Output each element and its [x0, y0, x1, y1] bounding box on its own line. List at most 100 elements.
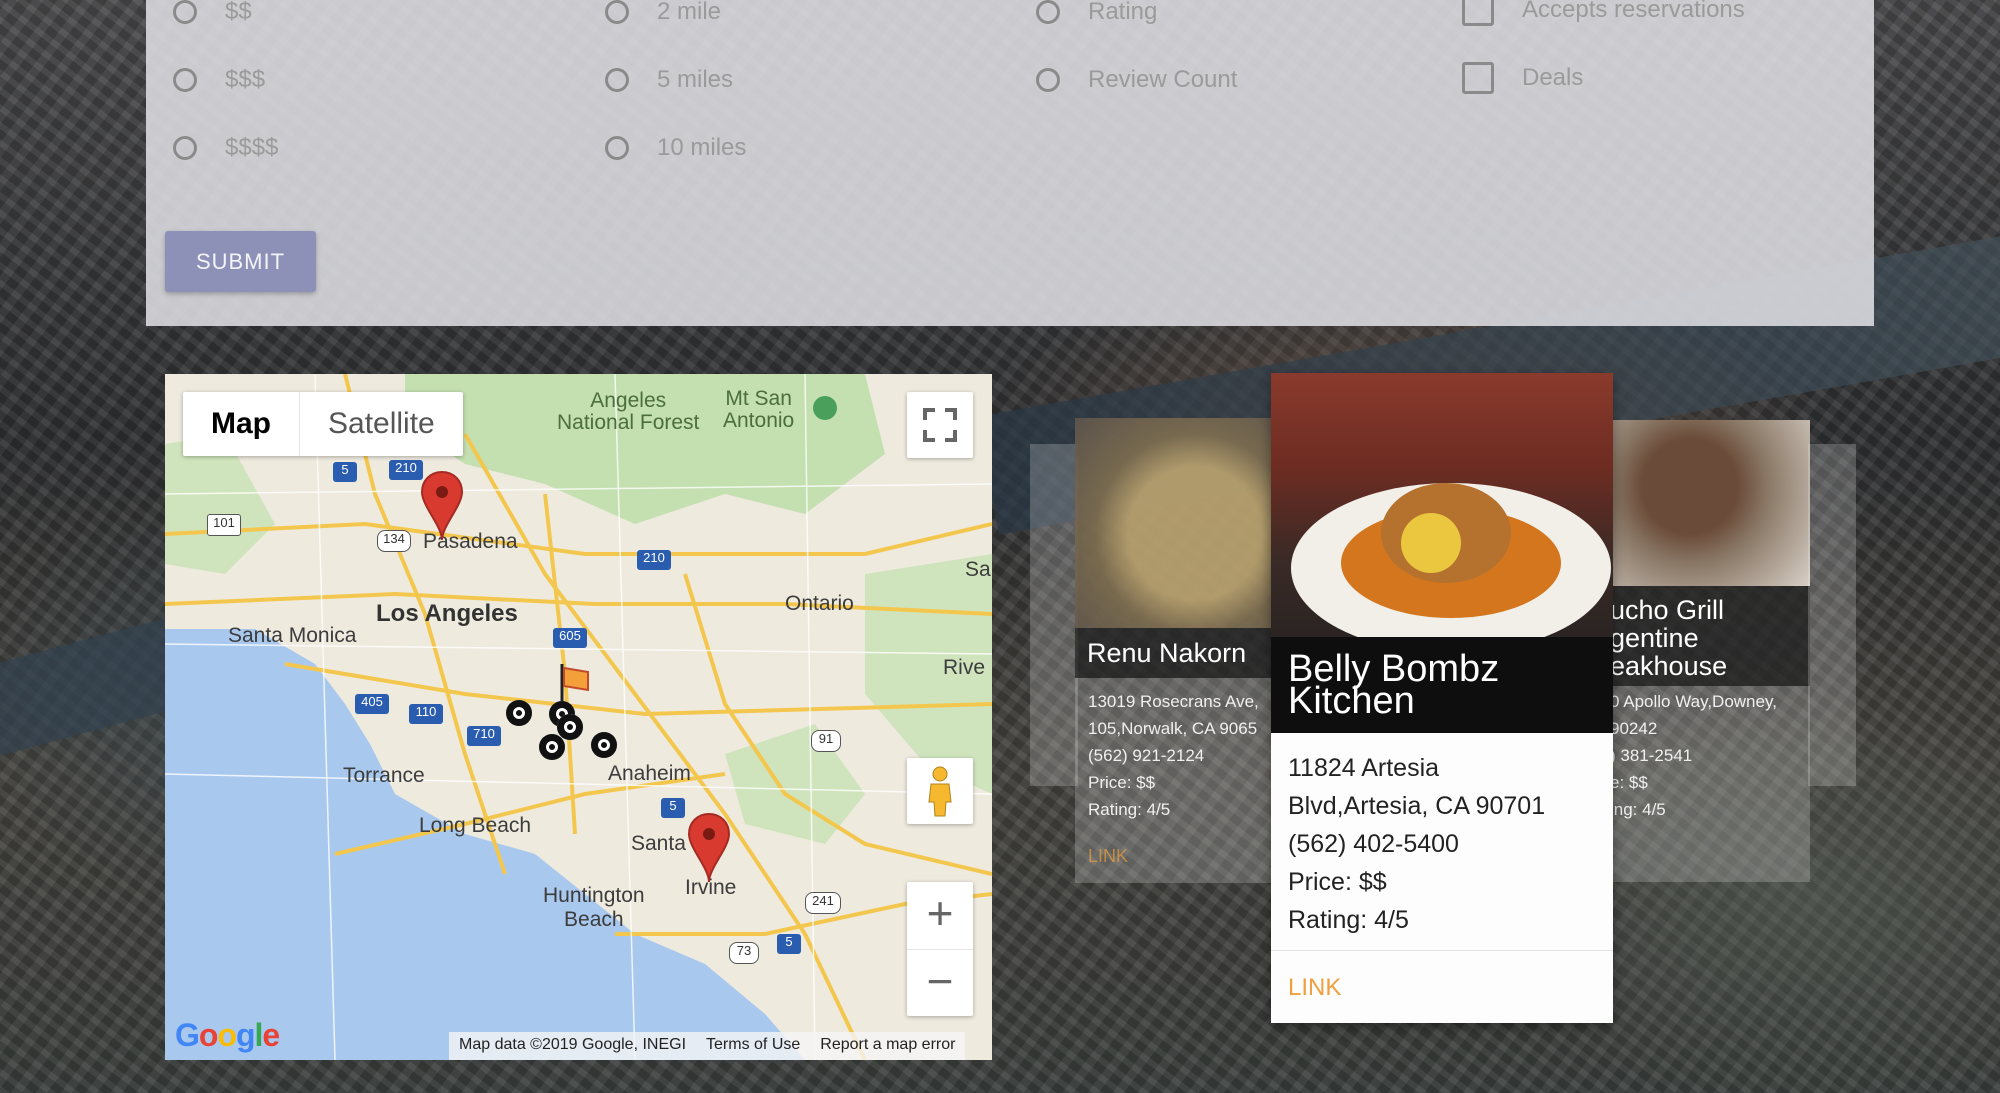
card-details: 0 Apollo Way,Downey, 90242 ) 381-2541 e:… — [1610, 688, 1777, 823]
map-marker-icon[interactable] — [687, 812, 731, 884]
sort-label: Rating — [1088, 0, 1158, 25]
highway-shield: 605 — [553, 628, 587, 648]
price-option[interactable]: $$$ — [173, 66, 265, 94]
card-price: Price: $$ — [1088, 773, 1156, 792]
sort-option[interactable]: Rating — [1036, 0, 1157, 26]
poi-icon — [813, 396, 837, 420]
label-riverside: Rive — [943, 656, 986, 679]
highway-shield: 5 — [777, 934, 801, 954]
radio-icon[interactable] — [1036, 68, 1060, 92]
price-label: $$$ — [225, 66, 266, 93]
fullscreen-button[interactable] — [907, 392, 973, 458]
feature-option[interactable]: Accepts reservations — [1462, 0, 1745, 26]
label-long-beach: Long Beach — [419, 814, 532, 837]
card-address: Blvd,Artesia, CA 90701 — [1288, 792, 1546, 820]
radio-icon[interactable] — [1036, 0, 1060, 24]
feature-label: Deals — [1522, 64, 1584, 91]
map-attribution: Map data ©2019 Google, INEGI Terms of Us… — [449, 1032, 966, 1060]
label-santa-ana: Santa — [631, 832, 686, 855]
result-dot-icon[interactable] — [506, 700, 532, 726]
carousel-card-faded[interactable] — [1808, 444, 1856, 786]
highway-shield: 5 — [661, 798, 685, 818]
radio-icon[interactable] — [605, 136, 629, 160]
price-label: $$ — [225, 0, 252, 25]
price-option[interactable]: $$ — [173, 0, 252, 26]
street-view-pegman-button[interactable] — [907, 758, 973, 824]
map-data-text: Map data ©2019 Google, INEGI — [459, 1036, 687, 1053]
sort-label: Review Count — [1088, 66, 1238, 93]
label-torrance: Torrance — [343, 764, 425, 787]
map-type-map-button[interactable]: Map — [183, 392, 300, 456]
card-link[interactable]: LINK — [1088, 846, 1128, 867]
price-option[interactable]: $$$$ — [173, 134, 278, 162]
zoom-out-button[interactable]: − — [907, 950, 973, 1017]
distance-option[interactable]: 5 miles — [605, 66, 733, 94]
highway-shield: 5 — [333, 462, 357, 482]
card-price: e: $$ — [1610, 773, 1648, 792]
label-mt-san-antonio: Mt San Antonio — [723, 387, 795, 432]
fullscreen-icon — [923, 408, 957, 442]
card-phone: (562) 921-2124 — [1088, 746, 1205, 765]
card-rating: Rating: 4/5 — [1088, 800, 1171, 819]
card-address: 90242 — [1610, 719, 1658, 738]
terms-of-use-link[interactable]: Terms of Use — [696, 1032, 810, 1060]
map-type-control: Map Satellite — [183, 392, 463, 456]
distance-label: 10 miles — [657, 134, 747, 161]
label-angeles-national-forest: Angeles National Forest — [557, 389, 700, 434]
restaurant-card-renu-nakorn[interactable]: Renu Nakorn 13019 Rosecrans Ave, 105,Nor… — [1075, 418, 1275, 883]
label-huntington-beach: Huntington Beach — [543, 884, 645, 931]
pegman-icon — [928, 766, 952, 817]
distance-option[interactable]: 2 mile — [605, 0, 721, 26]
card-title: ucho Grill gentine eakhouse — [1610, 586, 1810, 686]
highway-shield: 210 — [637, 550, 671, 570]
restaurant-card-belly-bombz-kitchen[interactable]: Belly Bombz Kitchen 11824 Artesia Blvd,A… — [1271, 373, 1613, 1023]
result-dot-icon[interactable] — [591, 732, 617, 758]
radio-icon[interactable] — [605, 68, 629, 92]
highway-shield: 91 — [811, 730, 841, 752]
feature-option[interactable]: Deals — [1462, 62, 1583, 94]
card-title: Belly Bombz Kitchen — [1271, 637, 1613, 733]
food-image — [1610, 420, 1810, 586]
result-dot-icon[interactable] — [557, 714, 583, 740]
feature-label: Accepts reservations — [1522, 0, 1745, 23]
checkbox-icon[interactable] — [1462, 0, 1494, 26]
radio-icon[interactable] — [173, 136, 197, 160]
highway-shield: 73 — [729, 942, 759, 964]
card-details: 11824 Artesia Blvd,Artesia, CA 90701 (56… — [1288, 749, 1545, 939]
food-image — [1075, 418, 1275, 628]
radio-icon[interactable] — [173, 68, 197, 92]
card-phone: ) 381-2541 — [1610, 746, 1693, 765]
radio-icon[interactable] — [173, 0, 197, 24]
zoom-in-button[interactable]: + — [907, 882, 973, 950]
map-type-satellite-button[interactable]: Satellite — [300, 392, 463, 456]
highway-shield: 710 — [467, 726, 501, 746]
card-price: Price: $$ — [1288, 868, 1387, 896]
map[interactable]: Angeles National Forest Mt San Antonio Pas… — [165, 374, 992, 1060]
price-label: $$$$ — [225, 134, 279, 161]
card-address: 0 Apollo Way,Downey, — [1610, 692, 1777, 711]
highway-shield: 110 — [409, 704, 443, 724]
card-address: 11824 Artesia — [1288, 754, 1440, 782]
food-image — [1271, 373, 1613, 638]
distance-option[interactable]: 10 miles — [605, 134, 746, 162]
carousel-card-faded[interactable] — [1030, 444, 1078, 786]
card-link[interactable]: LINK — [1288, 974, 1341, 1002]
distance-label: 2 mile — [657, 0, 722, 25]
map-marker-icon[interactable] — [420, 470, 464, 542]
submit-button[interactable]: SUBMIT — [165, 231, 316, 292]
checkbox-icon[interactable] — [1462, 62, 1494, 94]
card-title-line: gentine — [1610, 623, 1699, 653]
report-map-error-link[interactable]: Report a map error — [810, 1032, 965, 1060]
highway-shield: 101 — [207, 514, 241, 536]
highway-shield: 405 — [355, 694, 389, 714]
distance-label: 5 miles — [657, 66, 734, 93]
card-details: 13019 Rosecrans Ave, 105,Norwalk, CA 906… — [1088, 688, 1259, 823]
restaurant-card-gaucho-grill[interactable]: ucho Grill gentine eakhouse 0 Apollo Way… — [1610, 420, 1810, 882]
card-address: 105,Norwalk, CA 9065 — [1088, 719, 1258, 738]
filter-form: $$ $$$ $$$$ 2 mile 5 miles 10 miles Rati… — [146, 0, 1874, 326]
result-dot-icon[interactable] — [539, 734, 565, 760]
card-divider — [1271, 950, 1613, 951]
label-santa-monica: Santa Monica — [228, 624, 357, 647]
radio-icon[interactable] — [605, 0, 629, 24]
sort-option[interactable]: Review Count — [1036, 66, 1237, 94]
